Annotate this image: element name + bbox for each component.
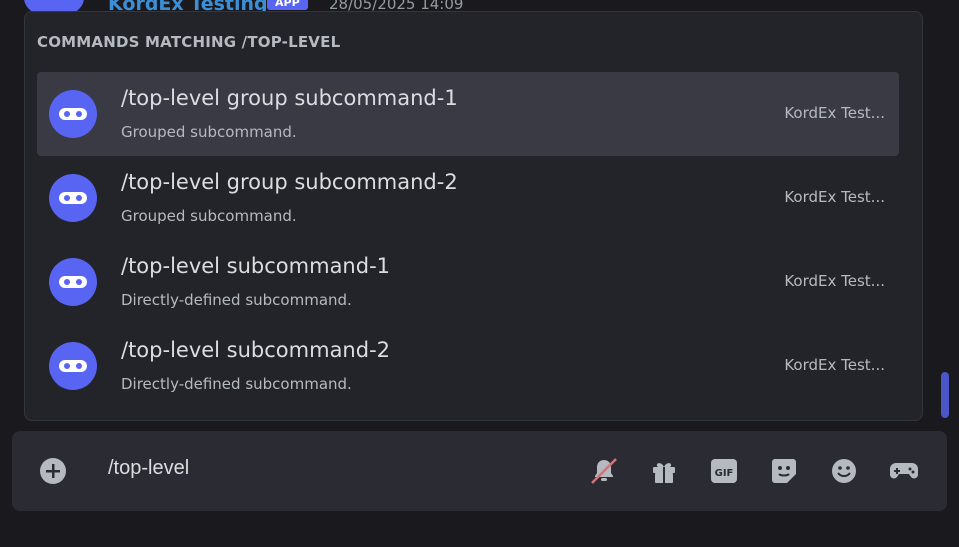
command-app-name: KordEx Test... <box>784 104 885 122</box>
muted-bell-icon[interactable] <box>586 453 622 489</box>
activity-icon[interactable] <box>886 453 922 489</box>
command-app-name: KordEx Test... <box>784 272 885 290</box>
autocomplete-header: COMMANDS MATCHING /TOP-LEVEL <box>37 33 341 51</box>
command-name: /top-level subcommand-1 <box>121 254 391 278</box>
command-description: Grouped subcommand. <box>121 207 297 225</box>
bot-app-icon <box>49 258 97 306</box>
message-composer: GIF <box>12 431 947 511</box>
command-app-name: KordEx Test... <box>784 188 885 206</box>
command-option[interactable]: /top-level group subcommand-1 Grouped su… <box>37 72 899 156</box>
command-description: Directly-defined subcommand. <box>121 375 352 393</box>
command-description: Directly-defined subcommand. <box>121 291 352 309</box>
app-badge: APP <box>267 0 308 10</box>
command-name: /top-level subcommand-2 <box>121 338 391 362</box>
gif-label: GIF <box>715 468 734 479</box>
command-app-name: KordEx Test... <box>784 356 885 374</box>
gift-icon[interactable] <box>646 453 682 489</box>
command-autocomplete: COMMANDS MATCHING /TOP-LEVEL /top-level … <box>24 11 923 421</box>
gif-icon[interactable]: GIF <box>706 453 742 489</box>
scrollbar-thumb[interactable] <box>941 372 949 418</box>
command-option[interactable]: /top-level subcommand-1 Directly-defined… <box>37 240 899 324</box>
command-name: /top-level group subcommand-1 <box>121 86 458 110</box>
bot-app-icon <box>49 342 97 390</box>
add-attachment-icon[interactable] <box>39 457 67 485</box>
command-option[interactable]: /top-level group subcommand-2 Grouped su… <box>37 156 899 240</box>
command-name: /top-level group subcommand-2 <box>121 170 458 194</box>
sticker-icon[interactable] <box>766 453 802 489</box>
emoji-icon[interactable] <box>826 453 862 489</box>
message-input[interactable] <box>108 457 373 480</box>
bot-app-icon <box>49 90 97 138</box>
scrollbar-track[interactable] <box>941 0 947 420</box>
bot-app-icon <box>49 174 97 222</box>
command-option[interactable]: /top-level subcommand-2 Directly-defined… <box>37 324 899 408</box>
command-description: Grouped subcommand. <box>121 123 297 141</box>
